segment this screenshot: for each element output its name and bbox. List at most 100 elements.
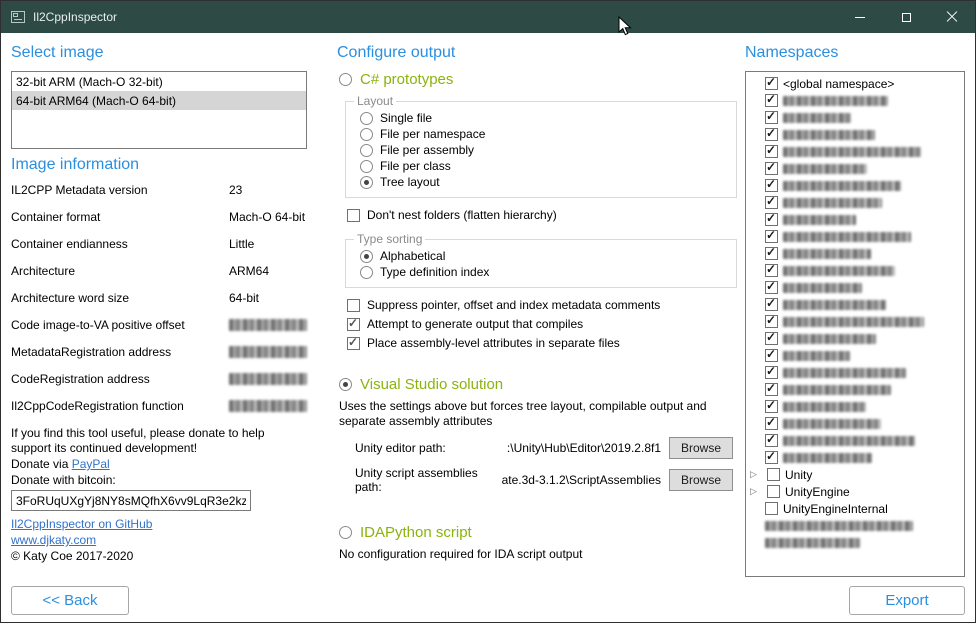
suppress-checkbox-row[interactable]: Suppress pointer, offset and index metad… xyxy=(347,298,739,312)
back-button[interactable]: << Back xyxy=(11,586,129,615)
namespace-checkbox[interactable] xyxy=(767,468,780,481)
redacted-namespace xyxy=(783,96,888,106)
namespace-item[interactable] xyxy=(748,92,962,109)
redacted-namespace xyxy=(783,283,862,293)
image-list-item[interactable]: 32-bit ARM (Mach-O 32-bit) xyxy=(12,72,306,91)
namespace-item[interactable] xyxy=(748,194,962,211)
expander-icon[interactable]: ▷ xyxy=(750,487,762,496)
namespace-item[interactable]: UnityEngineInternal xyxy=(748,500,962,517)
namespace-checkbox[interactable] xyxy=(767,485,780,498)
radio-option[interactable]: Single file xyxy=(360,111,728,125)
namespace-checkbox[interactable] xyxy=(765,77,778,90)
namespace-item[interactable] xyxy=(748,364,962,381)
namespace-checkbox[interactable] xyxy=(765,451,778,464)
namespace-item[interactable] xyxy=(748,109,962,126)
namespace-item[interactable] xyxy=(748,313,962,330)
namespace-item[interactable]: ▷Unity xyxy=(748,466,962,483)
namespace-checkbox[interactable] xyxy=(765,162,778,175)
namespace-checkbox[interactable] xyxy=(765,400,778,413)
image-list-item[interactable]: 64-bit ARM64 (Mach-O 64-bit) xyxy=(12,91,306,110)
radio-option-label: File per class xyxy=(380,159,451,173)
namespace-checkbox[interactable] xyxy=(765,247,778,260)
namespace-checkbox[interactable] xyxy=(765,213,778,226)
info-value: 23 xyxy=(229,183,242,197)
namespace-checkbox[interactable] xyxy=(765,298,778,311)
donate-text: If you find this tool useful, please don… xyxy=(11,426,307,456)
donate-paypal-prefix: Donate via xyxy=(11,457,72,471)
namespace-item[interactable] xyxy=(748,177,962,194)
namespace-item[interactable] xyxy=(748,228,962,245)
bitcoin-address-input[interactable] xyxy=(11,490,251,511)
namespace-checkbox[interactable] xyxy=(765,434,778,447)
radio-option[interactable]: Type definition index xyxy=(360,265,728,279)
namespace-item[interactable] xyxy=(748,432,962,449)
redacted-namespace xyxy=(783,215,856,225)
radio-option[interactable]: File per class xyxy=(360,159,728,173)
paypal-link[interactable]: PayPal xyxy=(72,457,110,471)
namespace-item[interactable] xyxy=(748,245,962,262)
namespace-item[interactable] xyxy=(748,279,962,296)
namespace-checkbox[interactable] xyxy=(765,383,778,396)
namespace-checkbox[interactable] xyxy=(765,315,778,328)
browse-assemblies-button[interactable]: Browse xyxy=(669,469,733,491)
namespace-item[interactable] xyxy=(748,211,962,228)
layout-groupbox: Layout Single fileFile per namespaceFile… xyxy=(345,94,737,198)
maximize-button[interactable] xyxy=(883,1,929,33)
namespace-checkbox[interactable] xyxy=(765,502,778,515)
namespace-checkbox[interactable] xyxy=(765,264,778,277)
namespace-checkbox[interactable] xyxy=(765,281,778,294)
namespace-item[interactable] xyxy=(748,398,962,415)
namespace-checkbox[interactable] xyxy=(765,128,778,141)
close-button[interactable] xyxy=(929,1,975,33)
namespace-item[interactable] xyxy=(748,415,962,432)
compiles-checkbox-row[interactable]: Attempt to generate output that compiles xyxy=(347,317,739,331)
namespace-item[interactable] xyxy=(748,126,962,143)
namespace-checkbox[interactable] xyxy=(765,94,778,107)
namespace-item[interactable] xyxy=(748,296,962,313)
namespace-checkbox[interactable] xyxy=(765,179,778,192)
namespace-checkbox[interactable] xyxy=(765,196,778,209)
namespace-item[interactable] xyxy=(748,330,962,347)
namespace-item[interactable]: <global namespace> xyxy=(748,75,962,92)
csharp-prototypes-radio[interactable]: C# prototypes xyxy=(339,71,739,88)
radio-option[interactable]: Tree layout xyxy=(360,175,728,189)
website-link[interactable]: www.djkaty.com xyxy=(11,533,96,547)
info-value: 64-bit xyxy=(229,291,259,305)
expander-icon[interactable]: ▷ xyxy=(750,470,762,479)
namespace-list[interactable]: <global namespace> ▷Unity▷UnityEngineUnit… xyxy=(745,71,965,577)
namespace-item[interactable] xyxy=(748,517,962,534)
namespace-item[interactable] xyxy=(748,143,962,160)
minimize-button[interactable] xyxy=(837,1,883,33)
browse-editor-button[interactable]: Browse xyxy=(669,437,733,459)
visual-studio-radio[interactable]: Visual Studio solution xyxy=(339,376,739,393)
info-label: Il2CppCodeRegistration function xyxy=(11,399,229,413)
namespace-item[interactable] xyxy=(748,347,962,364)
minimize-icon xyxy=(855,17,865,18)
namespace-checkbox[interactable] xyxy=(765,145,778,158)
namespace-checkbox[interactable] xyxy=(765,349,778,362)
image-listbox[interactable]: 32-bit ARM (Mach-O 32-bit)64-bit ARM64 (… xyxy=(11,71,307,149)
namespace-checkbox[interactable] xyxy=(765,366,778,379)
namespace-item[interactable] xyxy=(748,449,962,466)
unity-editor-path-value: :\Unity\Hub\Editor\2019.2.8f1 xyxy=(507,441,661,455)
unity-assemblies-path-label: Unity script assemblies path: xyxy=(355,466,494,494)
github-link[interactable]: Il2CppInspector on GitHub xyxy=(11,517,152,531)
radio-option[interactable]: File per namespace xyxy=(360,127,728,141)
namespace-item[interactable] xyxy=(748,381,962,398)
idapython-radio[interactable]: IDAPython script xyxy=(339,524,739,541)
attributes-checkbox-row[interactable]: Place assembly-level attributes in separ… xyxy=(347,336,739,350)
namespace-checkbox[interactable] xyxy=(765,417,778,430)
namespace-checkbox[interactable] xyxy=(765,230,778,243)
namespace-item[interactable] xyxy=(748,262,962,279)
namespace-item[interactable] xyxy=(748,534,962,551)
namespace-checkbox[interactable] xyxy=(765,332,778,345)
namespace-item[interactable]: ▷UnityEngine xyxy=(748,483,962,500)
export-button[interactable]: Export xyxy=(849,586,965,615)
unity-assemblies-path-row: Unity script assemblies path: ate.3d-3.1… xyxy=(355,466,733,494)
radio-option[interactable]: Alphabetical xyxy=(360,249,728,263)
window-controls xyxy=(837,1,975,33)
flatten-checkbox-row[interactable]: Don't nest folders (flatten hierarchy) xyxy=(347,208,739,222)
radio-option[interactable]: File per assembly xyxy=(360,143,728,157)
namespace-checkbox[interactable] xyxy=(765,111,778,124)
namespace-item[interactable] xyxy=(748,160,962,177)
